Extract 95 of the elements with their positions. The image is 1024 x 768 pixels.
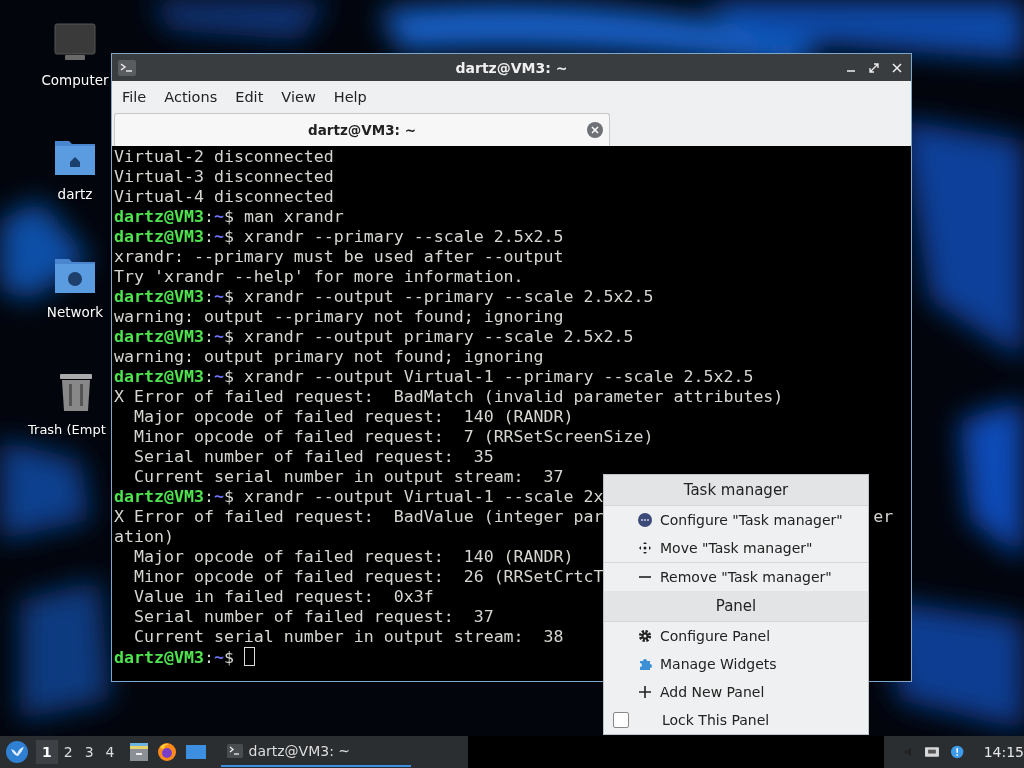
desktop-switcher-button[interactable]: 1 (36, 740, 58, 764)
maximize-icon[interactable] (868, 61, 880, 74)
prompt-user: dartz@VM3 (114, 648, 204, 667)
window-title: dartz@VM3: ~ (455, 59, 568, 76)
home-folder-icon[interactable] (54, 138, 96, 176)
menu-item[interactable]: Configure Panel (604, 622, 868, 650)
plus-icon (638, 685, 652, 699)
output-text: warning: output --primary not found; ignoring (114, 307, 564, 326)
puzzle-icon (638, 657, 652, 671)
output-text: Minor opcode of failed request: 26 (RRSetCrtcT (132, 567, 604, 586)
file-manager-icon[interactable] (128, 742, 149, 762)
network-icon[interactable] (925, 745, 940, 759)
terminal-icon (118, 59, 136, 76)
menu-item[interactable]: File (122, 89, 157, 105)
checkbox-label[interactable]: Lock This Panel (662, 712, 770, 728)
output-text: Virtual-4 disconnected (114, 187, 334, 206)
menu-item[interactable]: Actions (164, 89, 228, 105)
menu-section-header: Task manager (604, 475, 868, 506)
output-text: Value in failed request: 0x3f (132, 587, 434, 606)
network-folder-icon[interactable] (54, 256, 96, 294)
output-text: Minor opcode of failed request: 7 (RRSetScreenSize) (132, 427, 654, 446)
output-text: X Error of failed request: BadMatch (invalid parameter attributes) (114, 387, 784, 406)
output-text: ation) (114, 527, 174, 546)
prompt-separator: : (203, 327, 214, 346)
prompt-user: dartz@VM3 (114, 227, 204, 246)
more-icon (638, 513, 652, 527)
output-text: Current serial number in output stream: 38 (132, 627, 564, 646)
output-text: xrandr: --primary must be used after --output (114, 247, 564, 266)
menu-item[interactable]: Remove "Task manager" (604, 563, 868, 591)
prompt-user: dartz@VM3 (114, 287, 204, 306)
move-icon (638, 541, 652, 555)
prompt-path: ~ (213, 487, 224, 506)
prompt-user: dartz@VM3 (114, 207, 204, 226)
taskbar-window-button[interactable]: dartz@VM3: ~ (220, 737, 411, 767)
output-text: Serial number of failed request: 37 (132, 607, 494, 626)
prompt-user: dartz@VM3 (114, 487, 204, 506)
command-text: $ xrandr --output --primary --scale 2.5x2.5 (223, 287, 654, 306)
output-text: X Error of failed request: BadValue (integer par (114, 507, 604, 526)
output-text: Virtual-2 disconnected (114, 147, 334, 166)
menu-item[interactable]: View (281, 89, 326, 105)
prompt-separator: : (203, 207, 214, 226)
desktop-switcher-button[interactable]: 4 (99, 740, 121, 764)
prompt-path: ~ (213, 287, 224, 306)
terminal-icon (226, 744, 243, 758)
settings-icon (638, 629, 652, 643)
menu-section-header: Panel (604, 591, 868, 622)
start-menu-icon[interactable] (6, 741, 28, 763)
desktop-icon-label[interactable]: Computer (41, 72, 109, 88)
close-tab-icon[interactable] (587, 122, 603, 138)
command-text: $ xrandr --output Virtual-1 --scale 2x (223, 487, 604, 506)
prompt-user: dartz@VM3 (114, 367, 204, 386)
desktop-switcher-button[interactable]: 2 (57, 740, 79, 764)
prompt-path: ~ (213, 327, 224, 346)
prompt-separator: : (203, 367, 214, 386)
output-text: er (873, 507, 894, 526)
close-icon[interactable] (891, 61, 903, 74)
menu-item[interactable]: Move "Task manager" (604, 534, 868, 562)
prompt-user: dartz@VM3 (114, 327, 204, 346)
prompt-separator: : (203, 648, 214, 667)
output-text: Try 'xrandr --help' for more information. (114, 267, 524, 286)
output-text: Major opcode of failed request: 140 (RANDR) (132, 407, 574, 426)
command-text: $ xrandr --output primary --scale 2.5x2.5 (223, 327, 634, 346)
trash-icon[interactable] (58, 372, 94, 412)
browser-icon[interactable] (156, 742, 177, 762)
output-text: Current serial number in output stream: 37 (132, 467, 564, 486)
menu-item[interactable]: Edit (235, 89, 274, 105)
show-desktop-icon[interactable] (184, 743, 207, 761)
prompt-path: ~ (213, 648, 224, 667)
terminal-tab[interactable]: dartz@VM3: ~ (114, 113, 610, 146)
command-text: $ xrandr --output Virtual-1 --primary --scale 2.5x2.5 (223, 367, 754, 386)
prompt-path: ~ (213, 207, 224, 226)
desktop-icon-label[interactable]: Trash (Empt (28, 422, 106, 437)
command-text: $ man xrandr (223, 207, 344, 226)
output-text: Serial number of failed request: 35 (132, 447, 494, 466)
menu-item[interactable]: Help (333, 89, 377, 105)
menu-item[interactable]: Add New Panel (604, 678, 868, 706)
command-text: $ xrandr --primary --scale 2.5x2.5 (223, 227, 564, 246)
prompt-separator: : (203, 227, 214, 246)
command-text: $ (223, 648, 235, 667)
desktop-switcher-button[interactable]: 3 (78, 740, 100, 764)
clock[interactable]: 14:15 (983, 744, 1024, 760)
prompt-path: ~ (213, 367, 224, 386)
monitor-icon[interactable] (53, 22, 97, 62)
output-text: warning: output primary not found; ignoring (114, 347, 544, 366)
menu-item[interactable]: Configure "Task manager" (604, 506, 868, 534)
output-text: Virtual-3 disconnected (114, 167, 334, 186)
prompt-separator: : (203, 487, 214, 506)
checkbox[interactable] (613, 712, 629, 728)
prompt-separator: : (203, 287, 214, 306)
notification-icon[interactable] (951, 744, 964, 760)
desktop-icon-label[interactable]: Network (46, 304, 104, 320)
menu-item[interactable]: Manage Widgets (604, 650, 868, 678)
prompt-path: ~ (213, 227, 224, 246)
output-text: Major opcode of failed request: 140 (RANDR) (132, 547, 574, 566)
desktop-icon-label[interactable]: dartz (57, 186, 93, 202)
